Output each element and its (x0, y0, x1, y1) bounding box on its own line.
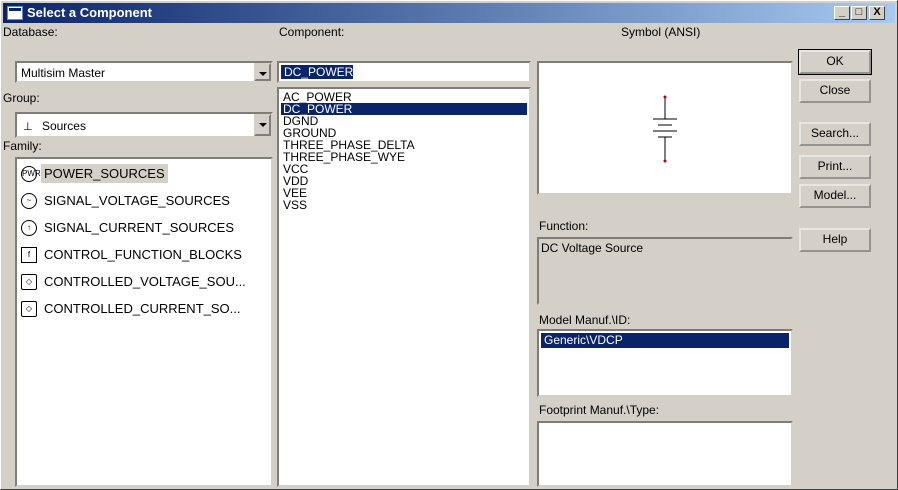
chevron-down-icon[interactable] (254, 114, 271, 136)
model-button[interactable]: Model... (799, 184, 871, 208)
maximize-button[interactable]: □ (851, 6, 867, 20)
family-item-signal-current-sources[interactable]: ↑ SIGNAL_CURRENT_SOURCES (21, 219, 237, 241)
family-label: Family: (3, 139, 42, 153)
ok-button[interactable]: OK (798, 49, 872, 75)
chevron-down-icon[interactable] (254, 63, 271, 81)
group-label: Group: (3, 91, 40, 105)
symbol-label: Symbol (ANSI) (621, 25, 701, 39)
component-input[interactable]: DC_POWER (277, 61, 531, 83)
footprint-manuf-list[interactable] (537, 421, 793, 487)
sources-icon: ⊥ (23, 121, 33, 133)
component-label: Component: (279, 25, 345, 39)
print-button[interactable]: Print... (799, 155, 871, 179)
window-title: Select a Component (27, 5, 152, 20)
component-item-vss[interactable]: VSS (281, 199, 527, 211)
function-label: Function: (539, 219, 589, 233)
function-value: DC Voltage Source (541, 241, 644, 255)
database-select[interactable]: Multisim Master (15, 61, 273, 83)
minimize-button[interactable]: _ (834, 6, 850, 20)
signal-current-sources-icon: ↑ (21, 219, 37, 236)
database-label: Database: (3, 25, 58, 39)
family-item-control-function-blocks[interactable]: f CONTROL_FUNCTION_BLOCKS (21, 246, 245, 268)
family-item-controlled-current-sources[interactable]: ◇ CONTROLLED_CURRENT_SO... (21, 300, 243, 322)
model-manuf-label: Model Manuf.\ID: (539, 313, 631, 327)
window-icon (7, 6, 23, 20)
symbol-preview (537, 61, 793, 195)
component-item-vdd[interactable]: VDD (281, 175, 527, 187)
component-list[interactable]: AC_POWER DC_POWER DGND GROUND THREE_PHAS… (277, 87, 531, 487)
power-sources-icon: PWR (21, 165, 41, 182)
close-button[interactable]: Close (799, 79, 871, 103)
signal-voltage-sources-icon: ~ (21, 192, 37, 209)
dc-power-symbol-icon (653, 95, 677, 163)
component-item-three-phase-wye[interactable]: THREE_PHASE_WYE (281, 151, 527, 163)
help-button[interactable]: Help (799, 228, 871, 252)
family-list[interactable]: PWR POWER_SOURCES ~ SIGNAL_VOLTAGE_SOURCES… (15, 157, 273, 487)
search-button[interactable]: Search... (799, 122, 871, 146)
select-component-dialog: Select a Component _ □ X Database: Multi… (0, 0, 898, 490)
model-manuf-item[interactable]: Generic\VDCP (541, 333, 789, 348)
family-item-power-sources[interactable]: PWR POWER_SOURCES (21, 164, 168, 187)
controlled-voltage-sources-icon: ◇ (21, 273, 37, 290)
function-box: DC Voltage Source (537, 237, 793, 305)
model-manuf-list[interactable]: Generic\VDCP (537, 329, 793, 397)
group-value: Sources (41, 119, 86, 133)
close-window-button[interactable]: X (869, 6, 885, 20)
family-item-signal-voltage-sources[interactable]: ~ SIGNAL_VOLTAGE_SOURCES (21, 192, 233, 214)
component-item-vcc[interactable]: VCC (281, 163, 527, 175)
control-function-blocks-icon: f (21, 246, 37, 263)
component-input-value: DC_POWER (281, 65, 354, 79)
database-value: Multisim Master (21, 66, 106, 80)
family-item-controlled-voltage-sources[interactable]: ◇ CONTROLLED_VOLTAGE_SOU... (21, 273, 249, 295)
group-select[interactable]: ⊥ Sources (15, 112, 273, 138)
controlled-current-sources-icon: ◇ (21, 300, 37, 317)
component-item-vee[interactable]: VEE (281, 187, 527, 199)
title-bar[interactable]: Select a Component _ □ X (3, 3, 895, 23)
footprint-manuf-label: Footprint Manuf.\Type: (539, 403, 660, 417)
